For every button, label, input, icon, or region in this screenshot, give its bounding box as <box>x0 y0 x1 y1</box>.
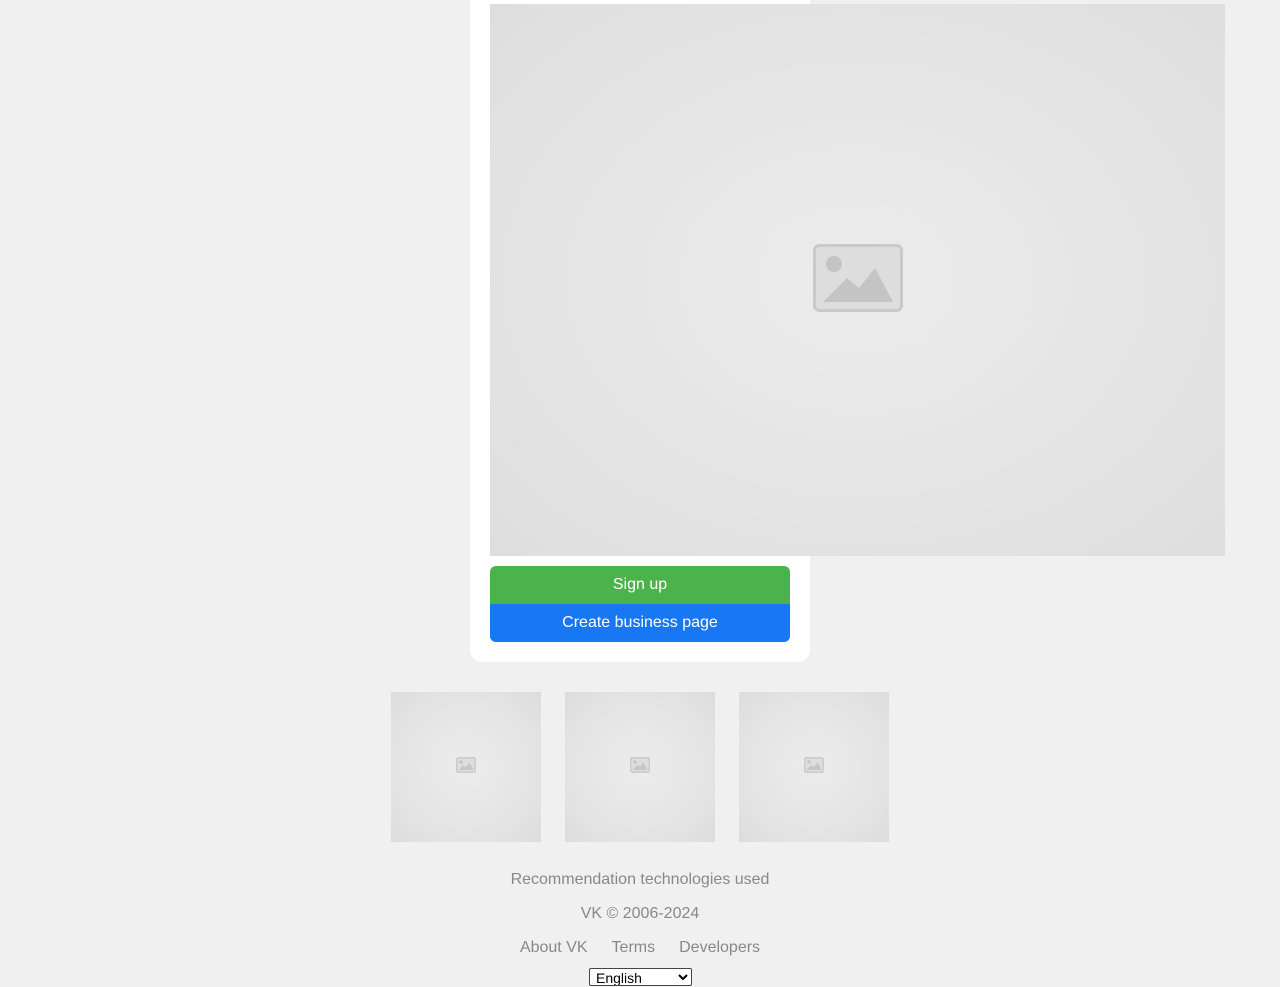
thumbnail-image-3[interactable] <box>739 692 889 842</box>
footer-link-terms[interactable]: Terms <box>612 938 656 958</box>
create-business-page-button[interactable]: Create business page <box>490 604 790 642</box>
language-select[interactable]: English <box>589 968 692 986</box>
image-placeholder-icon <box>812 243 903 317</box>
footer-link-developers[interactable]: Developers <box>679 938 760 958</box>
image-placeholder-icon <box>630 756 650 778</box>
thumbnail-image-2[interactable] <box>565 692 715 842</box>
footer-links: About VK Terms Developers <box>0 938 1280 958</box>
footer-link-about-vk[interactable]: About VK <box>520 938 588 958</box>
recommendation-technologies-text[interactable]: Recommendation technologies used <box>0 870 1280 890</box>
image-placeholder-icon <box>456 756 476 778</box>
page: Sign up Create business page Recommendat… <box>0 0 1280 987</box>
thumbnail-image-1[interactable] <box>391 692 541 842</box>
hero-image <box>490 4 1225 556</box>
signup-button[interactable]: Sign up <box>490 566 790 604</box>
image-placeholder-icon <box>804 756 824 778</box>
copyright-text: VK © 2006-2024 <box>580 905 700 922</box>
